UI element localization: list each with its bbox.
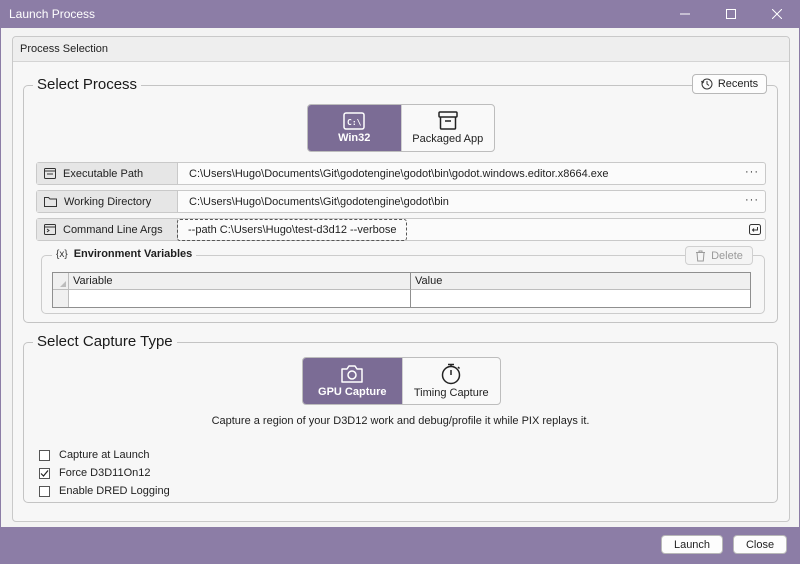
- working-directory-field[interactable]: C:\Users\Hugo\Documents\Git\godotengine\…: [178, 191, 765, 212]
- history-icon: [700, 78, 713, 90]
- executable-path-label: Executable Path: [63, 167, 144, 180]
- delete-variable-button[interactable]: Delete: [685, 246, 753, 265]
- stopwatch-icon: [442, 363, 461, 385]
- svg-text:C:\: C:\: [347, 118, 362, 127]
- process-type-selector: C:\ Win32 Packaged App: [307, 104, 495, 152]
- working-directory-value: C:\Users\Hugo\Documents\Git\godotengine\…: [189, 195, 449, 208]
- gpu-capture-option[interactable]: GPU Capture: [303, 358, 402, 404]
- environment-variables-title: Environment Variables: [73, 248, 193, 260]
- footer-bar: Launch Close: [0, 527, 800, 564]
- variable-icon: {x}: [56, 248, 68, 260]
- select-process-group: Select Process Recents C:\ Win32 Package…: [23, 74, 778, 323]
- checkbox-box: [39, 467, 50, 479]
- executable-icon: [44, 168, 56, 179]
- capture-at-launch-checkbox[interactable]: Capture at Launch: [39, 449, 150, 461]
- gpu-capture-label: GPU Capture: [318, 386, 387, 398]
- packaged-app-label: Packaged App: [412, 133, 484, 145]
- close-window-button[interactable]: [754, 0, 800, 28]
- terminal-icon: [44, 224, 56, 235]
- trash-icon: [696, 250, 706, 261]
- capture-at-launch-label: Capture at Launch: [59, 449, 150, 461]
- corner-triangle-icon: [60, 281, 66, 287]
- enable-dred-logging-checkbox[interactable]: Enable DRED Logging: [39, 485, 170, 497]
- command-line-args-input[interactable]: --path C:\Users\Hugo\test-d3d12 --verbos…: [177, 218, 408, 241]
- select-capture-type-title: Select Capture Type: [33, 333, 177, 350]
- console-window-icon: C:\: [343, 112, 365, 130]
- executable-path-field[interactable]: C:\Users\Hugo\Documents\Git\godotengine\…: [178, 163, 765, 184]
- timing-capture-option[interactable]: Timing Capture: [401, 358, 501, 404]
- recents-button[interactable]: Recents: [692, 74, 767, 94]
- win32-option[interactable]: C:\ Win32: [308, 105, 401, 151]
- tab-process-selection[interactable]: Process Selection: [13, 37, 789, 62]
- maximize-button[interactable]: [708, 0, 754, 28]
- title-bar: Launch Process: [0, 0, 800, 28]
- executable-path-row: Executable Path C:\Users\Hugo\Documents\…: [36, 162, 766, 185]
- select-all-corner[interactable]: [53, 273, 69, 290]
- browse-directory-button[interactable]: ···: [745, 194, 759, 206]
- select-process-title: Select Process: [33, 76, 142, 93]
- win32-label: Win32: [338, 132, 371, 144]
- window-title: Launch Process: [9, 7, 96, 21]
- working-directory-label-cell: Working Directory: [37, 191, 178, 212]
- checkmark-icon: [40, 469, 49, 477]
- maximize-icon: [726, 9, 736, 19]
- checkbox-box: [39, 449, 50, 461]
- force-d3d11on12-label: Force D3D11On12: [59, 467, 151, 479]
- camera-icon: [341, 365, 363, 383]
- environment-variables-group: {x} Environment Variables Delete Variabl…: [41, 246, 765, 314]
- close-label: Close: [745, 538, 775, 551]
- tab-label: Process Selection: [20, 43, 109, 55]
- command-line-args-value: --path C:\Users\Hugo\test-d3d12 --verbos…: [188, 223, 397, 236]
- command-line-args-field[interactable]: --path C:\Users\Hugo\test-d3d12 --verbos…: [177, 218, 765, 241]
- timing-capture-label: Timing Capture: [413, 387, 489, 399]
- executable-path-value: C:\Users\Hugo\Documents\Git\godotengine\…: [189, 167, 609, 180]
- environment-variables-header: {x} Environment Variables: [52, 248, 197, 260]
- value-column-header[interactable]: Value: [411, 273, 750, 290]
- minimize-button[interactable]: [662, 0, 708, 28]
- working-directory-row: Working Directory C:\Users\Hugo\Document…: [36, 190, 766, 213]
- command-line-args-row: Command Line Args --path C:\Users\Hugo\t…: [36, 218, 766, 241]
- enter-key-icon: [749, 224, 761, 235]
- checkbox-box: [39, 485, 50, 497]
- capture-description: Capture a region of your D3D12 work and …: [211, 415, 590, 427]
- close-icon: [772, 9, 782, 19]
- working-directory-label: Working Directory: [64, 195, 152, 208]
- launch-label: Launch: [673, 538, 711, 551]
- browse-executable-button[interactable]: ···: [745, 166, 759, 178]
- minimize-icon: [680, 13, 690, 15]
- recents-label: Recents: [717, 78, 759, 90]
- command-line-args-label-cell: Command Line Args: [37, 219, 178, 240]
- variable-cell[interactable]: [69, 290, 411, 307]
- executable-path-label-cell: Executable Path: [37, 163, 178, 184]
- variable-column-header[interactable]: Variable: [69, 273, 411, 290]
- packaged-app-option[interactable]: Packaged App: [400, 105, 495, 151]
- environment-variables-table[interactable]: Variable Value: [52, 272, 751, 308]
- close-button[interactable]: Close: [733, 535, 787, 554]
- capture-type-selector: GPU Capture Timing Capture: [302, 357, 501, 405]
- package-box-icon: [438, 111, 458, 130]
- command-line-args-label: Command Line Args: [63, 223, 163, 236]
- enable-dred-logging-label: Enable DRED Logging: [59, 485, 170, 497]
- select-capture-type-group: Select Capture Type GPU Capture Timing C…: [23, 333, 778, 503]
- dialog-client-area: Process Selection Select Process Recents…: [1, 28, 799, 527]
- folder-icon: [44, 197, 57, 207]
- row-header[interactable]: [53, 290, 69, 307]
- process-selection-panel: Process Selection Select Process Recents…: [12, 36, 790, 522]
- value-cell[interactable]: [411, 290, 750, 307]
- launch-button[interactable]: Launch: [661, 535, 723, 554]
- delete-label: Delete: [711, 249, 743, 262]
- force-d3d11on12-checkbox[interactable]: Force D3D11On12: [39, 467, 151, 479]
